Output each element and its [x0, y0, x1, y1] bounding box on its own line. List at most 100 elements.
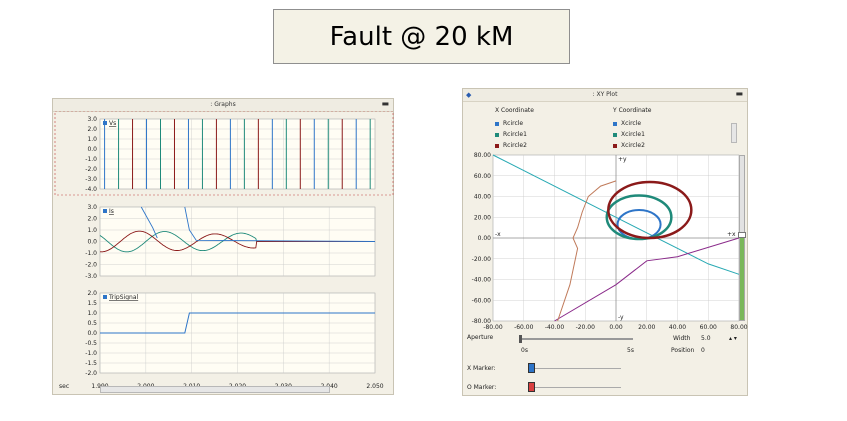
- vs-tick-label: -4.0: [85, 186, 97, 193]
- xyplot-panel: : XY Plot ◆ ▬ X Coordinate Y Coordinate …: [462, 88, 748, 396]
- vs-tick-label: -3.0: [85, 176, 97, 183]
- xy-x-tick: 0.00: [609, 324, 623, 331]
- trip-tick-label: -1.5: [85, 360, 97, 367]
- vs-tick-label: -2.0: [85, 166, 97, 173]
- xy-x-tick: 80.00: [730, 324, 747, 331]
- plus-x-label: +x: [727, 231, 736, 238]
- xy-y-tick: 40.00: [474, 194, 491, 201]
- xy-y-tick: -40.00: [472, 277, 492, 284]
- is-tick-label: 3.0: [87, 204, 97, 211]
- width-label: Width: [673, 335, 691, 342]
- is-tick-label: 2.0: [87, 216, 97, 223]
- xy-x-tick: -60.00: [514, 324, 534, 331]
- position-label: Position: [671, 347, 695, 354]
- vertical-slider-thumb[interactable]: [738, 232, 746, 238]
- aperture-thumb[interactable]: [519, 335, 522, 343]
- y-coordinate-list[interactable]: Xcircle Xcircle1 Xcircle2: [613, 118, 645, 151]
- coordinate-label: Xcircle1: [621, 131, 645, 138]
- xy-y-tick: -80.00: [472, 318, 492, 325]
- trip-tick-label: -2.0: [85, 370, 97, 377]
- minus-x-label: -x: [495, 231, 501, 238]
- x-axis-label: sec: [59, 383, 69, 390]
- is-graph: 3.0 2.0 1.0 0.0 -1.0 -2.0 -3.0 Is: [85, 204, 376, 280]
- vs-tick-label: 1.0: [87, 136, 97, 143]
- coordinate-swatch: [495, 132, 499, 137]
- x-marker-label: X Marker:: [467, 365, 496, 372]
- position-field[interactable]: 0: [701, 347, 705, 354]
- xy-y-tick: 60.00: [474, 173, 491, 180]
- y-coordinate-header: Y Coordinate: [613, 107, 652, 114]
- coordinate-swatch: [613, 132, 617, 137]
- coordinate-label: Rcircle1: [503, 131, 527, 138]
- vs-tick-label: -1.0: [85, 156, 97, 163]
- is-tick-label: 1.0: [87, 227, 97, 234]
- is-tick-label: -1.0: [85, 250, 97, 257]
- o-marker-slider[interactable]: [531, 387, 621, 388]
- xy-plot: -80.00 -60.00 -40.00 -20.00 0.00 20.00 40.00 60…: [472, 152, 748, 331]
- xy-y-tick: 80.00: [474, 152, 491, 159]
- xy-y-tick: -60.00: [472, 297, 492, 304]
- x-tick-label: 2.050: [366, 383, 383, 390]
- xy-x-tick: -40.00: [545, 324, 565, 331]
- vs-graph: 3.0 2.0 1.0 0.0 -1.0 -2.0 -3.0 -4.0 Vs: [54, 111, 394, 196]
- trip-tick-label: -0.5: [85, 340, 97, 347]
- vs-tick-label: 0.0: [87, 146, 97, 153]
- page-title: Fault @ 20 kM: [273, 9, 570, 64]
- x-marker-slider[interactable]: [531, 368, 621, 369]
- xy-y-tick: 0.00: [478, 235, 492, 242]
- xyplot-svg: -80.00 -60.00 -40.00 -20.00 0.00 20.00 40.00 60…: [472, 152, 748, 331]
- minimize-icon[interactable]: ▬: [381, 99, 389, 109]
- is-tick-label: -3.0: [85, 273, 97, 280]
- trip-tick-label: 2.0: [87, 290, 97, 297]
- width-stepper[interactable]: ▴ ▾: [729, 335, 737, 342]
- x-coordinate-list[interactable]: Rcircle Rcircle1 Rcircle2: [495, 118, 527, 151]
- xy-x-tick: 40.00: [669, 324, 686, 331]
- aperture-min: 0s: [521, 347, 528, 354]
- xy-x-tick: -20.00: [576, 324, 596, 331]
- xyplot-panel-title: : XY Plot: [463, 89, 747, 102]
- coordinate-swatch: [495, 121, 499, 126]
- x-coordinate-header: X Coordinate: [495, 107, 534, 114]
- graphs-scrollbar[interactable]: [100, 386, 330, 393]
- width-field[interactable]: 5.0: [701, 335, 711, 342]
- graphs-svg: 3.0 2.0 1.0 0.0 -1.0 -2.0 -3.0 -4.0 Vs 3.0 2.0 1.0…: [54, 111, 394, 390]
- coordinate-item[interactable]: Rcircle1: [495, 129, 527, 140]
- coordinate-item[interactable]: Rcircle: [495, 118, 527, 129]
- o-marker-label: O Marker:: [467, 384, 497, 391]
- trip-tick-label: 0.0: [87, 330, 97, 337]
- xy-y-tick: 20.00: [474, 214, 491, 221]
- aperture-slider[interactable]: [519, 335, 633, 343]
- vs-tick-label: 2.0: [87, 126, 97, 133]
- aperture-label: Aperture: [467, 334, 494, 341]
- minus-y-label: -y: [618, 314, 624, 321]
- vertical-slider[interactable]: [738, 155, 746, 321]
- xy-x-tick: -80.00: [483, 324, 503, 331]
- x-marker-icon[interactable]: [528, 363, 535, 373]
- is-tick-label: 0.0: [87, 239, 97, 246]
- coordinate-swatch: [613, 121, 617, 126]
- trip-tick-label: 0.5: [87, 320, 97, 327]
- is-legend-label: Is: [109, 208, 114, 215]
- coordinate-swatch: [613, 143, 617, 148]
- legend-scrollbar[interactable]: [731, 123, 737, 143]
- coordinate-item[interactable]: Xcircle: [613, 118, 645, 129]
- is-tick-label: -2.0: [85, 262, 97, 269]
- coordinate-item[interactable]: Xcircle1: [613, 129, 645, 140]
- xy-y-tick: -20.00: [472, 256, 492, 263]
- minimize-icon[interactable]: ▬: [735, 89, 743, 99]
- plus-y-label: +y: [618, 156, 627, 163]
- trip-tick-label: 1.0: [87, 310, 97, 317]
- xy-x-tick: 20.00: [638, 324, 655, 331]
- coordinate-swatch: [495, 143, 499, 148]
- graphs-panel: : Graphs ▬ 3.0 2.0 1.0 0.0 -1.0 -2.0 -3.0 -4.0 V…: [52, 98, 394, 395]
- vs-legend-label: Vs: [109, 120, 116, 127]
- coordinate-label: Xcircle: [621, 120, 642, 127]
- is-legend-swatch: [103, 209, 107, 213]
- aperture-max: 5s: [627, 347, 634, 354]
- vertical-slider-fill: [740, 236, 744, 320]
- trip-tick-label: 1.5: [87, 300, 97, 307]
- o-marker-icon[interactable]: [528, 382, 535, 392]
- pin-icon[interactable]: ◆: [466, 90, 471, 100]
- xy-x-tick: 60.00: [700, 324, 717, 331]
- trip-legend-swatch: [103, 295, 107, 299]
